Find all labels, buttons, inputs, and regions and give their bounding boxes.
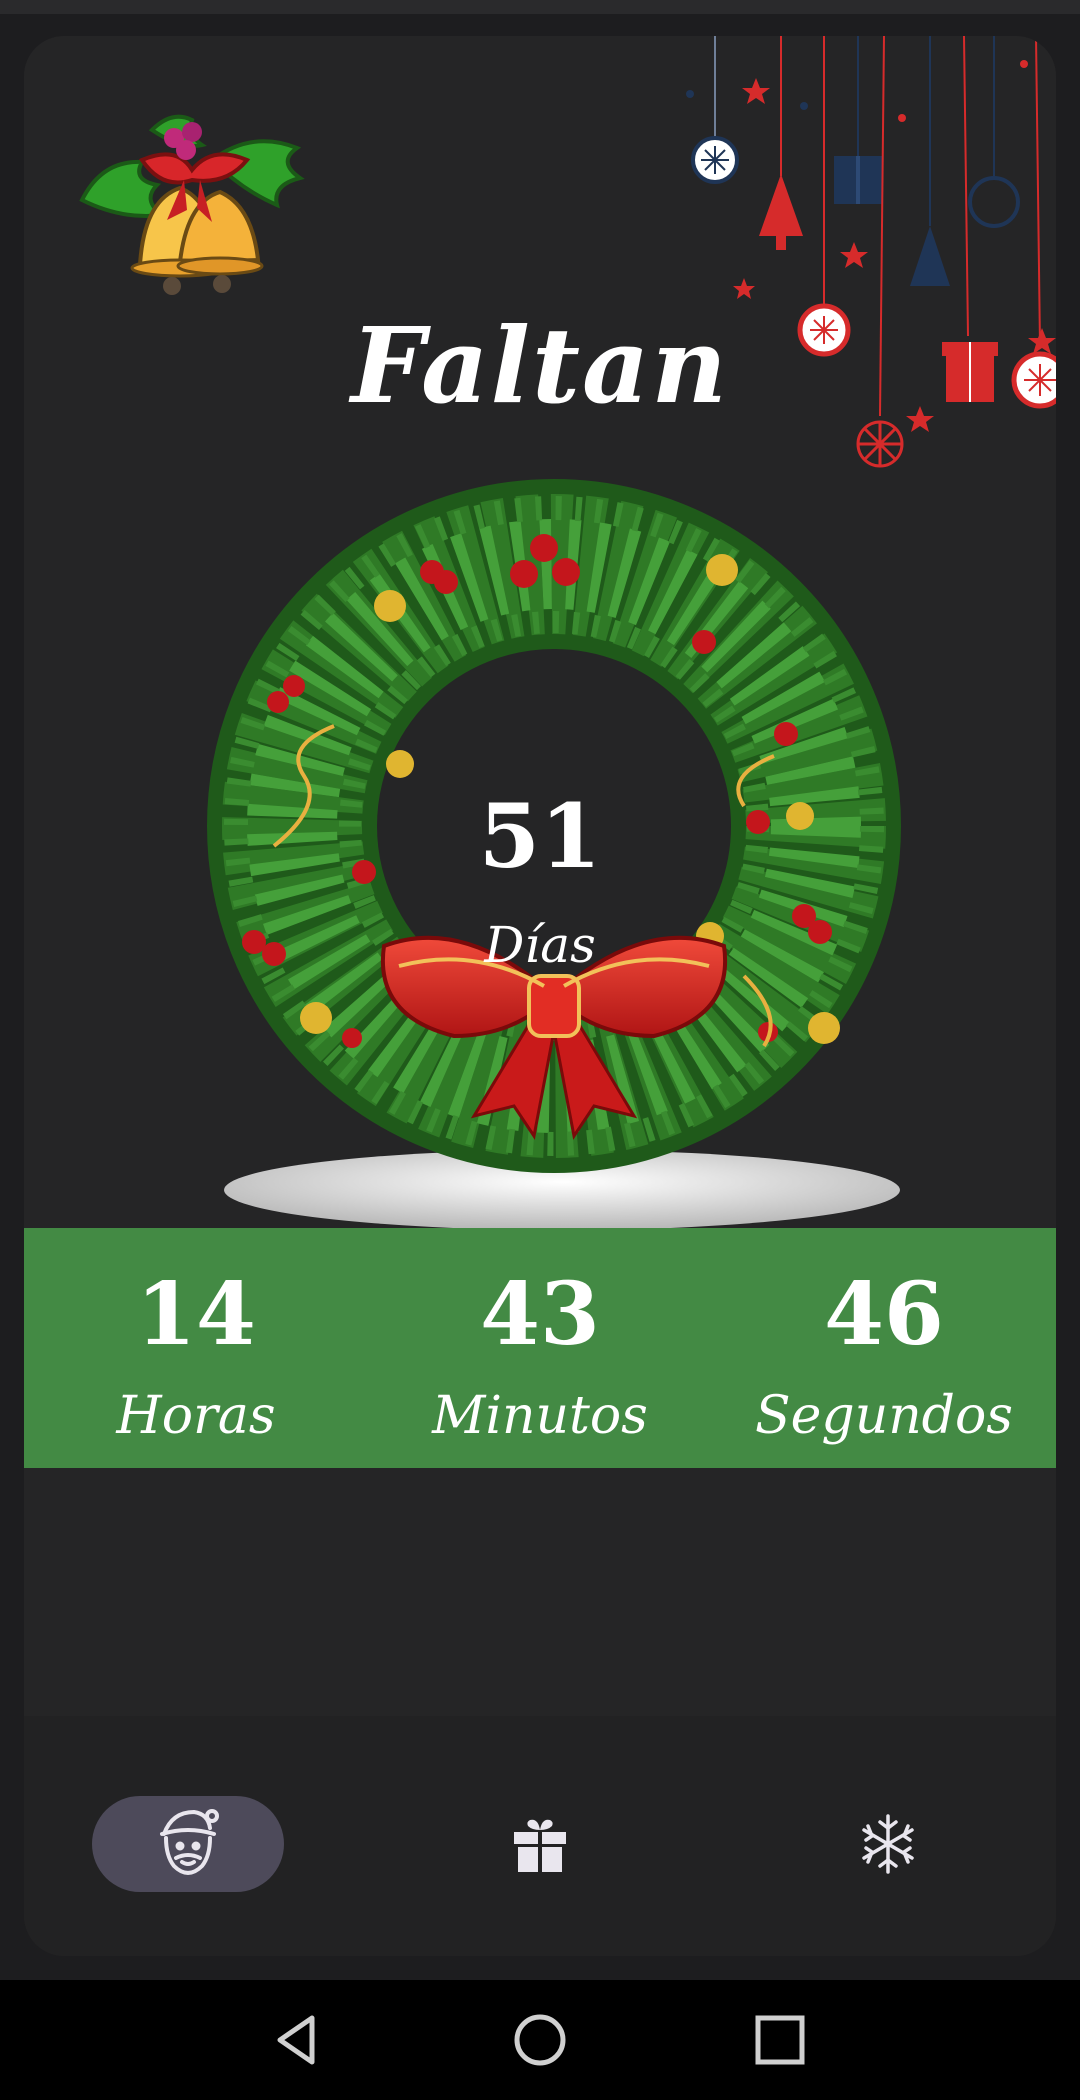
santa-icon bbox=[160, 1809, 219, 1875]
home-icon[interactable] bbox=[512, 2012, 568, 2068]
nav-item-snowflake[interactable] bbox=[852, 1796, 924, 1892]
minutes-cell: 43 Minutos bbox=[368, 1228, 712, 1468]
seconds-cell: 46 Segundos bbox=[712, 1228, 1056, 1468]
seconds-label: Segundos bbox=[755, 1386, 1013, 1446]
status-bar bbox=[0, 0, 1080, 14]
content-area: Faltan 51 Días 14 Horas 43 Minutos 46 Se… bbox=[24, 36, 1056, 1716]
app-window: Faltan 51 Días 14 Horas 43 Minutos 46 Se… bbox=[24, 36, 1056, 1956]
bottom-navigation bbox=[24, 1716, 1056, 1956]
bells-icon bbox=[79, 114, 305, 295]
back-icon[interactable] bbox=[270, 2012, 326, 2068]
nav-item-gift[interactable] bbox=[504, 1796, 576, 1892]
hours-value: 14 bbox=[136, 1264, 256, 1365]
seconds-value: 46 bbox=[824, 1264, 944, 1365]
gift-icon bbox=[514, 1819, 566, 1872]
minutes-label: Minutos bbox=[432, 1386, 648, 1446]
snowflake-icon bbox=[862, 1814, 914, 1874]
system-navigation-bar bbox=[0, 1980, 1080, 2100]
hours-cell: 14 Horas bbox=[24, 1228, 368, 1468]
hours-label: Horas bbox=[116, 1386, 276, 1446]
page-title: Faltan bbox=[350, 304, 730, 427]
days-value: 51 bbox=[478, 784, 602, 888]
time-remaining-band: 14 Horas 43 Minutos 46 Segundos bbox=[24, 1228, 1056, 1468]
recents-icon[interactable] bbox=[752, 2012, 808, 2068]
minutes-value: 43 bbox=[480, 1264, 600, 1365]
nav-item-santa[interactable] bbox=[92, 1796, 284, 1892]
days-label: Días bbox=[484, 916, 596, 974]
